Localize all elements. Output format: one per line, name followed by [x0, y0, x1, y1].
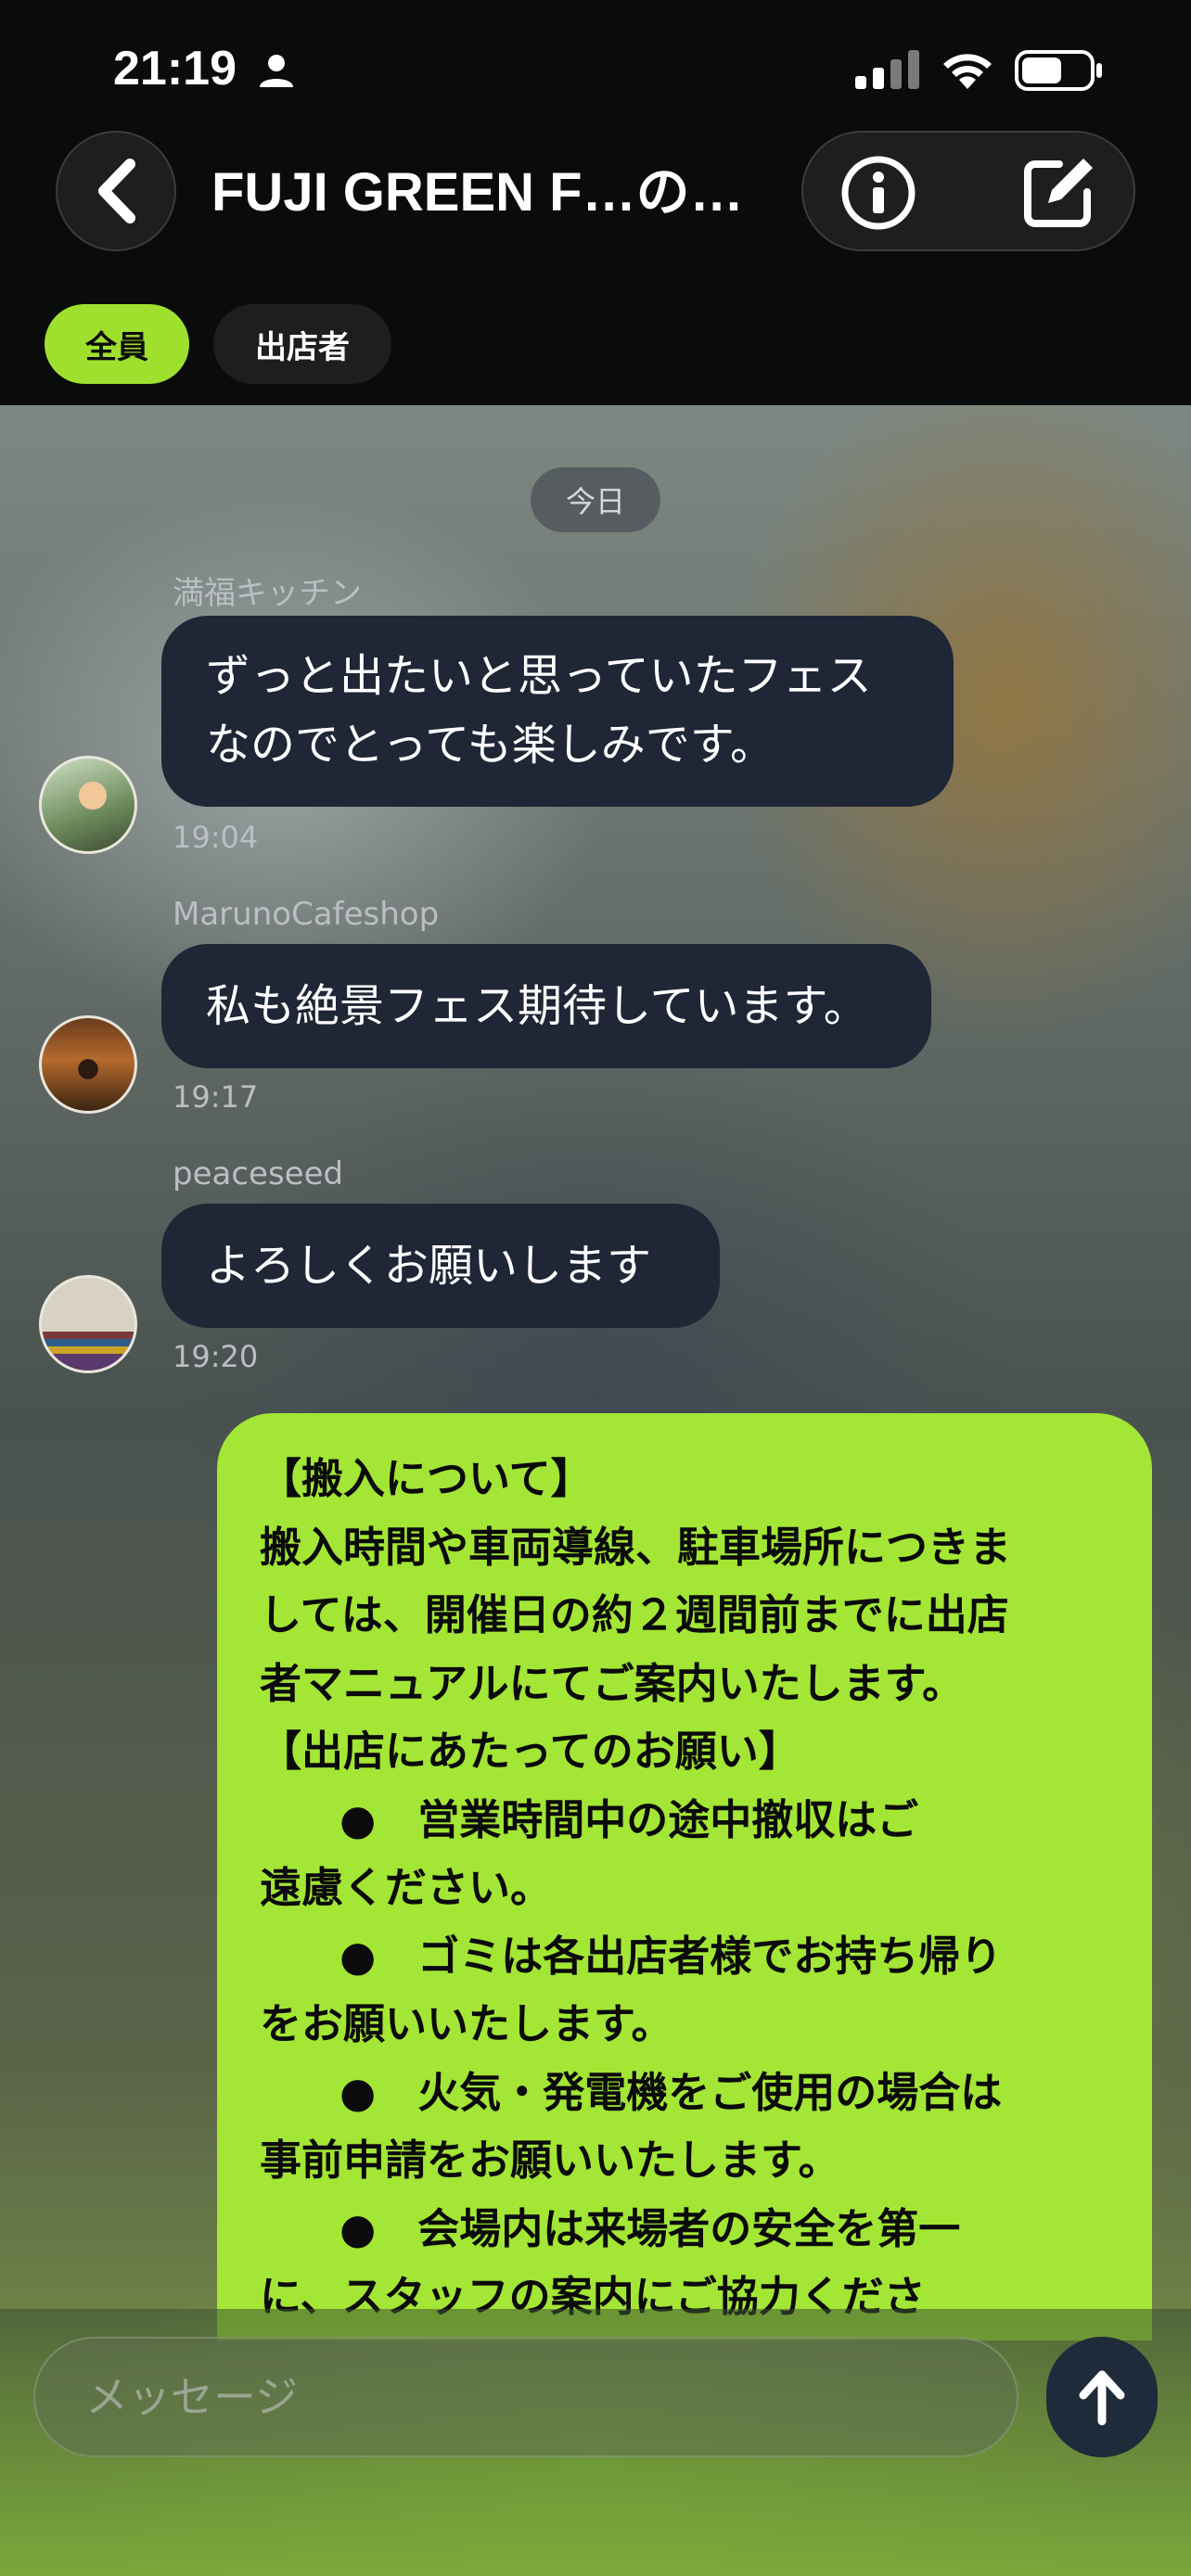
avatar[interactable]	[39, 1275, 137, 1373]
message-line: ● 会場内は来場者の安全を第一	[339, 2203, 961, 2253]
tab-all[interactable]: 全員	[45, 304, 189, 384]
info-icon	[841, 156, 916, 230]
message-line: をお願いいたします。	[260, 1999, 673, 2048]
wifi-icon	[943, 54, 992, 89]
avatar[interactable]	[39, 1015, 137, 1114]
message-bubble[interactable]: よろしくお願いします	[161, 1204, 720, 1328]
message-line: ● ゴミは各出店者様でお持ち帰り	[339, 1931, 1003, 1981]
message-line: ● 営業時間中の途中撤収はご	[339, 1794, 919, 1844]
chat-title[interactable]: FUJI GREEN F…の…	[211, 156, 768, 230]
back-button[interactable]	[56, 131, 176, 251]
message-line: 遠慮ください。	[260, 1863, 553, 1912]
tab-vendors[interactable]: 出店者	[213, 304, 391, 384]
info-button[interactable]	[840, 155, 916, 231]
header: 21:19 FUJI GREEN F…の… 全員 出店者	[0, 0, 1191, 405]
person-icon	[260, 55, 293, 87]
message-line: ● 火気・発電機をご使用の場合は	[339, 2067, 1003, 2117]
message-line: 私も絶景フェス期待しています。	[206, 980, 868, 1032]
message-line: よろしくお願いします	[206, 1240, 652, 1292]
message-line: 者マニュアルにてご案内いたします。	[260, 1658, 965, 1708]
message-line: 【出店にあたってのお願い】	[260, 1727, 800, 1776]
avatar[interactable]	[39, 756, 137, 854]
send-button[interactable]	[1046, 2337, 1158, 2457]
message-line: 事前申請をお願いいたします。	[260, 2136, 840, 2185]
cellular-signal-icon	[855, 50, 919, 89]
date-divider: 今日	[531, 467, 660, 532]
message-line: 【搬入について】	[260, 1454, 593, 1503]
my-message-bubble[interactable]: 【搬入について】 搬入時間や車両導線、駐車場所につきま しては、開催日の約２週間…	[217, 1413, 1152, 2340]
message-bubble[interactable]: 私も絶景フェス期待しています。	[161, 944, 931, 1068]
arrow-up-icon	[1079, 2370, 1125, 2426]
status-time: 21:19	[113, 42, 237, 96]
message-line: 搬入時間や車両導線、駐車場所につきま	[260, 1522, 1012, 1572]
message-bubble[interactable]: ずっと出たいと思っていたフェス なのでとっても楽しみです。	[161, 616, 954, 807]
status-bar: 21:19	[0, 0, 1191, 139]
message-time: 19:20	[173, 1339, 259, 1374]
compose-button[interactable]	[1018, 153, 1098, 233]
message-time: 19:04	[173, 820, 259, 855]
message-line: しては、開催日の約２週間前までに出店	[260, 1590, 1009, 1639]
message-input[interactable]: メッセージ	[33, 2337, 1018, 2457]
battery-icon	[1015, 50, 1102, 91]
message-line: なのでとっても楽しみです。	[206, 719, 775, 771]
message-sender: 満福キッチン	[173, 575, 362, 612]
message-sender: MarunoCafeshop	[173, 896, 440, 933]
message-time: 19:17	[173, 1079, 259, 1115]
composer-bar: メッセージ	[0, 2309, 1191, 2576]
message-line: ずっと出たいと思っていたフェス	[206, 650, 872, 702]
chevron-left-icon	[98, 159, 135, 223]
compose-icon	[1024, 159, 1093, 227]
message-sender: peaceseed	[173, 1155, 344, 1192]
header-actions	[801, 131, 1135, 251]
